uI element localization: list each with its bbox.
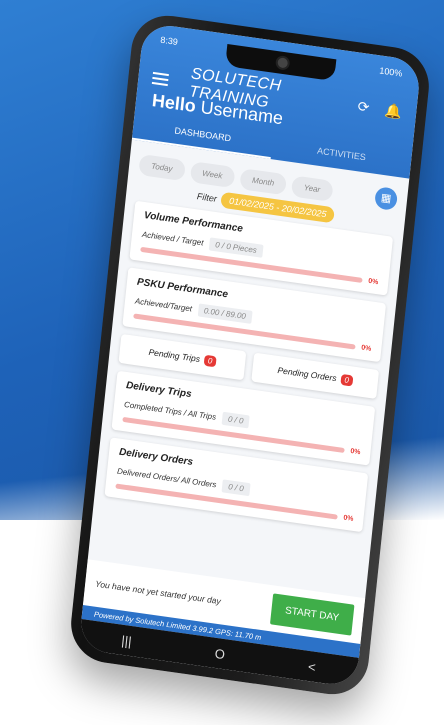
pending-orders-label: Pending Orders [277, 365, 338, 384]
metric-value: 0.00 / 89.00 [197, 303, 253, 324]
progress-percent: 0% [342, 514, 354, 523]
metric-label: Achieved / Target [141, 229, 204, 248]
filter-label: Filter [196, 191, 218, 204]
progress-percent: 0% [349, 447, 361, 457]
back-icon[interactable]: < [307, 658, 316, 674]
recents-icon[interactable]: ||| [121, 632, 133, 648]
home-icon[interactable]: O [214, 645, 226, 661]
phone-mockup: 8:39 100% SOLUTECH TRAINING ⟳ 🔔 Hello Us… [60, 10, 433, 708]
hamburger-menu-icon[interactable] [151, 71, 169, 87]
metric-value: 0 / 0 Pieces [208, 237, 264, 258]
battery-level: 100% [378, 65, 403, 79]
phone-device: 8:39 100% SOLUTECH TRAINING ⟳ 🔔 Hello Us… [67, 10, 433, 700]
period-week[interactable]: Week [189, 160, 236, 188]
metric-value: 0 / 0 [221, 411, 251, 429]
camera-icon [275, 54, 291, 71]
pending-trips-label: Pending Trips [148, 346, 201, 365]
status-time: 8:39 [159, 34, 179, 48]
start-day-message: You have not yet started your day [94, 578, 222, 607]
pending-trips-badge: 0 [203, 354, 217, 368]
metric-value: 0 / 0 [221, 479, 251, 497]
period-year[interactable]: Year [290, 174, 334, 202]
progress-percent: 0% [360, 344, 372, 353]
metric-label: Achieved/Target [134, 296, 193, 314]
pending-orders-badge: 0 [339, 373, 354, 387]
refresh-icon[interactable]: ⟳ [354, 97, 374, 117]
start-day-button[interactable]: START DAY [269, 592, 355, 636]
period-today[interactable]: Today [138, 153, 186, 181]
dashboard-content: Today Week Month Year ▦ Filter 01/02/202… [93, 140, 409, 550]
progress-percent: 0% [367, 277, 379, 287]
calendar-icon[interactable]: ▦ [374, 186, 399, 211]
period-month[interactable]: Month [239, 167, 288, 195]
bell-icon[interactable]: 🔔 [383, 102, 403, 122]
